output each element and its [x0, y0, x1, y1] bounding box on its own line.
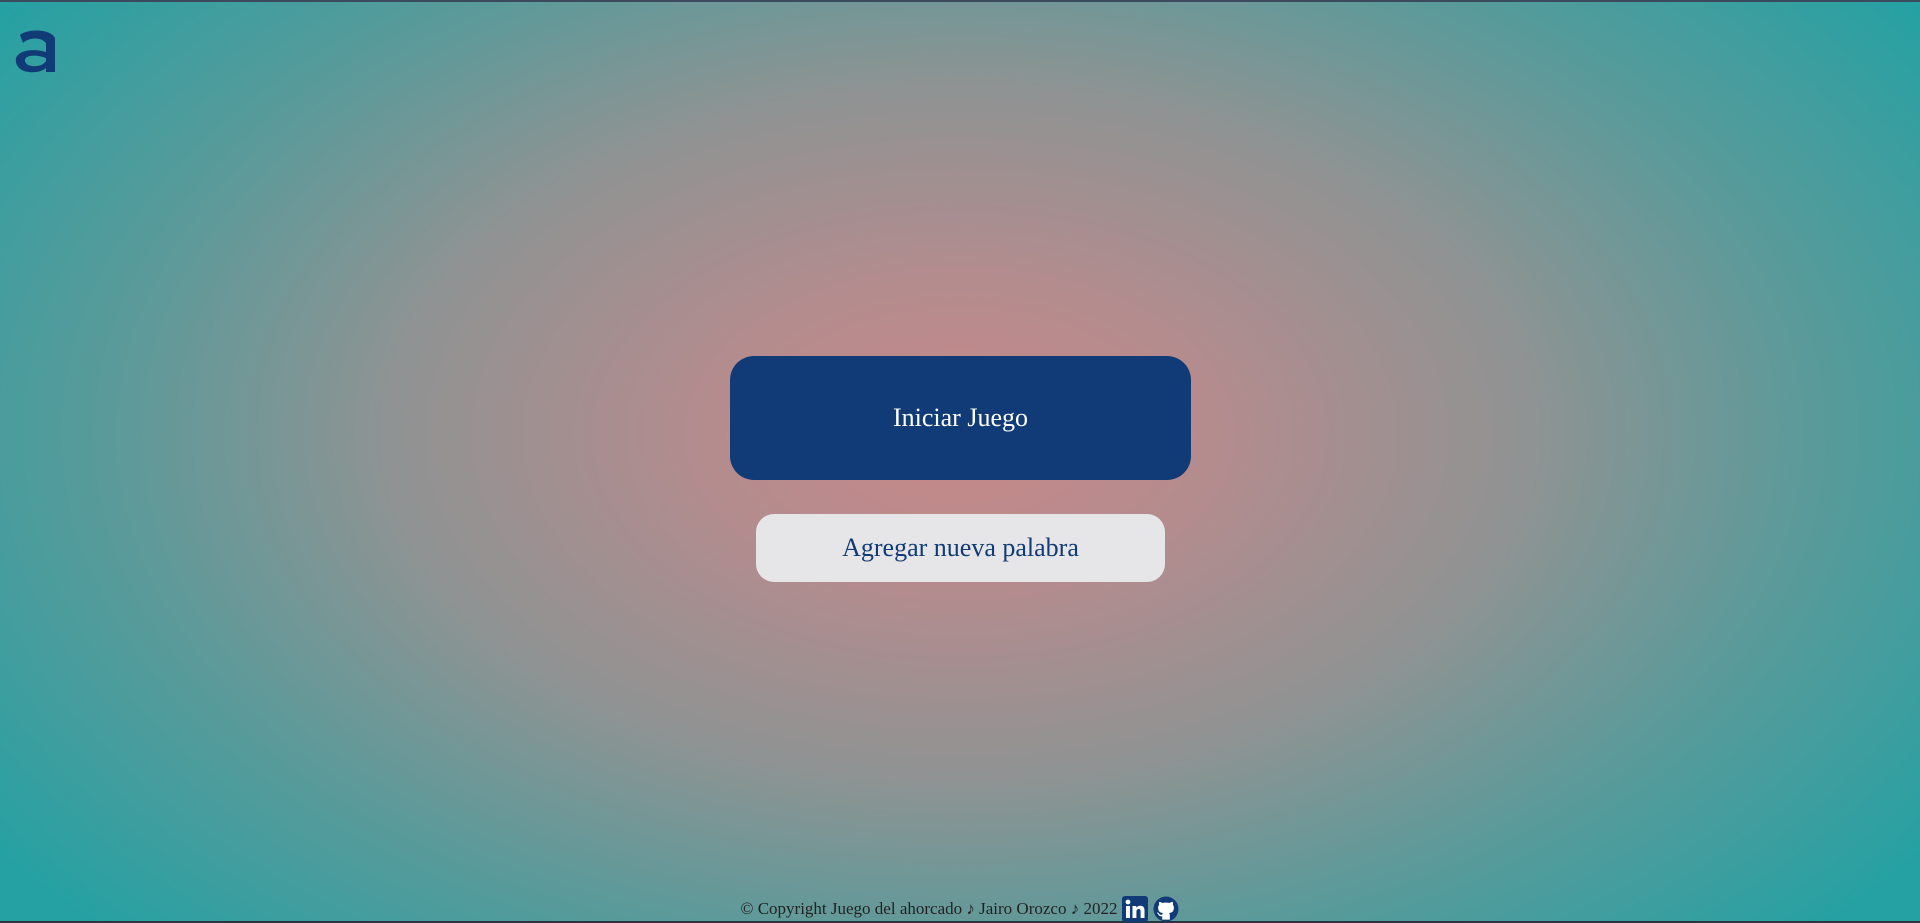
add-word-button[interactable]: Agregar nueva palabra	[756, 514, 1165, 582]
copyright-text: © Copyright Juego del ahorcado ♪ Jairo O…	[740, 899, 1118, 918]
start-game-button[interactable]: Iniciar Juego	[730, 356, 1191, 480]
add-word-label: Agregar nueva palabra	[842, 533, 1079, 562]
github-icon[interactable]	[1153, 896, 1179, 922]
linkedin-icon[interactable]	[1122, 896, 1149, 922]
main-actions: Iniciar Juego Agregar nueva palabra	[0, 2, 1920, 923]
footer: © Copyright Juego del ahorcado ♪ Jairo O…	[0, 895, 1920, 923]
start-game-label: Iniciar Juego	[892, 403, 1028, 432]
